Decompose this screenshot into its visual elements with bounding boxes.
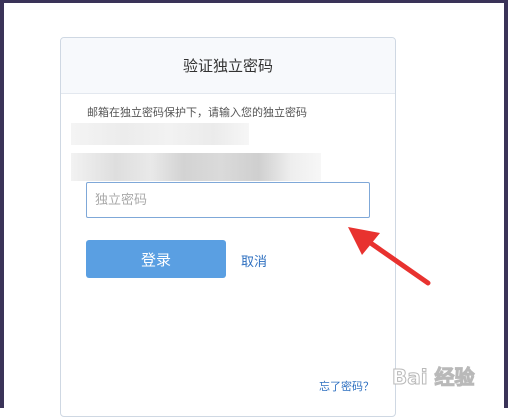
blurred-account-info (71, 123, 249, 145)
blurred-email-address (71, 153, 321, 181)
independent-password-input[interactable] (86, 182, 370, 218)
dialog-title: 验证独立密码 (182, 57, 273, 75)
login-button[interactable]: 登录 (86, 240, 226, 278)
dialog-header: 验证独立密码 (61, 38, 395, 94)
red-arrow-annotation (348, 227, 431, 286)
cancel-link[interactable]: 取消 (241, 251, 267, 270)
watermark-text: Bai 经验 (392, 365, 475, 389)
forgot-password-link[interactable]: 忘了密码？ (319, 378, 374, 394)
instruction-text: 邮箱在独立密码保护下，请输入您的独立密码 (87, 106, 307, 119)
baidu-watermark-logo: Bai 经验 (392, 365, 475, 390)
